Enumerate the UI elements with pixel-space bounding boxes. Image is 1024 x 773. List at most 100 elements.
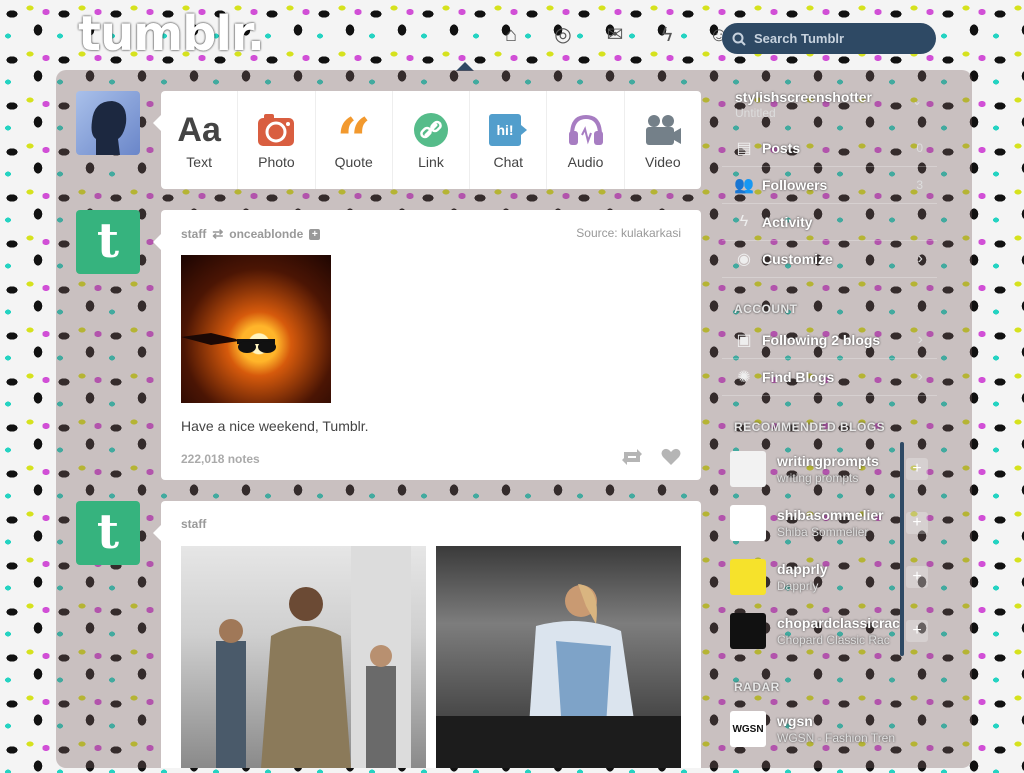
sidebar-item-label: Customize xyxy=(762,251,833,267)
camera-icon xyxy=(258,114,295,146)
follow-plus-icon[interactable]: + xyxy=(906,458,928,480)
post-photo-sunset[interactable] xyxy=(181,255,331,403)
sidebar-item-count: 0 xyxy=(916,141,923,155)
sunglasses-silhouette xyxy=(181,333,276,353)
post-type-photo[interactable]: Photo xyxy=(238,91,316,189)
post-photo-runway-left[interactable] xyxy=(181,546,426,768)
post-type-quote[interactable]: “ Quote xyxy=(316,91,393,189)
recommended-blog[interactable]: dapprly Dapprly + xyxy=(722,554,937,598)
sidebar-item-posts[interactable]: ▤ Posts 0 xyxy=(722,130,937,167)
sidebar-item-activity[interactable]: ϟ Activity xyxy=(722,204,937,241)
blog-subtitle: WGSN - Fashion Tren xyxy=(777,731,896,745)
post-type-label: Quote xyxy=(334,154,373,170)
chevron-down-icon[interactable]: ⌄ xyxy=(912,94,922,108)
postbox-pointer xyxy=(153,115,161,131)
recommended-heading: RECOMMENDED BLOGS xyxy=(734,420,886,434)
follow-plus-icon[interactable]: + xyxy=(309,228,321,240)
blog-avatar[interactable] xyxy=(730,559,766,595)
follow-plus-icon[interactable]: + xyxy=(906,620,928,642)
post-notes[interactable]: 222,018 notes xyxy=(181,452,260,466)
reblog-icon[interactable] xyxy=(621,448,643,466)
blog-avatar[interactable] xyxy=(730,505,766,541)
headphones-icon xyxy=(568,114,603,145)
account-heading: ACCOUNT xyxy=(734,302,798,316)
staff-avatar[interactable]: t xyxy=(76,210,140,274)
followers-icon: 👥 xyxy=(734,177,754,194)
activity-icon: ϟ xyxy=(739,213,749,230)
user-avatar[interactable] xyxy=(76,91,140,155)
sidebar-item-find-blogs[interactable]: ✺ Find Blogs › xyxy=(722,359,937,396)
sidebar-item-customize[interactable]: ◉ Customize › xyxy=(722,241,937,278)
post-author[interactable]: staff xyxy=(181,227,206,241)
sidebar-item-following[interactable]: ▣ Following 2 blogs › xyxy=(722,322,937,359)
find-blogs-icon: ✺ xyxy=(737,369,751,386)
runway-model-figure xyxy=(436,584,681,768)
link-icon xyxy=(413,113,448,147)
search-input[interactable] xyxy=(752,30,926,47)
blog-name[interactable]: stylishscreenshotter xyxy=(735,89,872,105)
post-type-audio[interactable]: Audio xyxy=(547,91,625,189)
recommended-scrollbar[interactable] xyxy=(900,442,904,656)
text-icon: Aa xyxy=(177,110,221,149)
tumblr-logo[interactable]: tumblr. xyxy=(78,6,265,62)
post-type-label: Link xyxy=(418,154,444,170)
chevron-right-icon: › xyxy=(917,331,923,348)
chevron-right-icon: › xyxy=(917,250,923,267)
radar-blog[interactable]: WGSN wgsn WGSN - Fashion Tren xyxy=(722,706,937,750)
blog-name[interactable]: dapprly xyxy=(777,561,828,577)
blog-subtitle: Dapprly xyxy=(777,579,819,593)
document-icon: ▤ xyxy=(736,140,752,157)
tumblr-t-icon: t xyxy=(96,213,120,269)
post-type-label: Photo xyxy=(258,154,295,170)
post-author[interactable]: staff xyxy=(181,517,206,531)
compass-icon[interactable]: ◎ xyxy=(552,24,574,46)
sidebar-item-count: 3 xyxy=(916,178,923,192)
post-type-selector: Aa Text Photo “ Quote Link hi! Chat Audi… xyxy=(161,91,701,189)
search-bar[interactable] xyxy=(722,23,936,54)
post-card: staff xyxy=(161,501,701,768)
sidebar-item-label: Posts xyxy=(762,140,801,156)
post-actions xyxy=(621,448,681,466)
post-type-label: Video xyxy=(645,154,681,170)
post-type-label: Text xyxy=(186,154,212,170)
blog-name[interactable]: chopardclassicrac xyxy=(777,615,900,631)
blog-name[interactable]: wgsn xyxy=(777,713,813,729)
mail-icon[interactable]: ✉ xyxy=(604,24,626,46)
sidebar-item-label: Find Blogs xyxy=(762,369,835,385)
home-icon[interactable]: ⌂ xyxy=(500,24,522,46)
blog-avatar[interactable] xyxy=(730,613,766,649)
follow-plus-icon[interactable]: + xyxy=(906,512,928,534)
follow-plus-icon[interactable]: + xyxy=(906,566,928,588)
silhouette-icon xyxy=(91,101,127,155)
recommended-blog[interactable]: chopardclassicrac Chopard Classic Rac + xyxy=(722,608,937,652)
blog-subtitle: Shiba Sommelier xyxy=(777,525,869,539)
chevron-right-icon: › xyxy=(917,368,923,385)
post-type-video[interactable]: Video xyxy=(625,91,701,189)
sidebar-item-followers[interactable]: 👥 Followers 3 xyxy=(722,167,937,204)
recommended-blog[interactable]: shibasommelier Shiba Sommelier + xyxy=(722,500,937,544)
post-photo-runway-right[interactable] xyxy=(436,546,681,768)
post-source[interactable]: Source: kulakarkasi xyxy=(576,226,681,240)
post-type-label: Chat xyxy=(493,154,524,170)
post-type-label: Audio xyxy=(567,154,604,170)
blog-name[interactable]: shibasommelier xyxy=(777,507,884,523)
post-type-text[interactable]: Aa Text xyxy=(161,91,239,189)
heart-icon[interactable] xyxy=(661,448,681,466)
blog-avatar[interactable]: WGSN xyxy=(730,711,766,747)
post-type-chat[interactable]: hi! Chat xyxy=(470,91,548,189)
post-header: staff ⇄ onceablonde + xyxy=(181,226,321,242)
tumblr-t-icon: t xyxy=(96,504,120,560)
blog-name[interactable]: writingprompts xyxy=(777,453,879,469)
recommended-blog[interactable]: writingprompts writing prompts + xyxy=(722,446,937,490)
radar-heading: RADAR xyxy=(734,680,780,694)
staff-avatar[interactable]: t xyxy=(76,501,140,565)
runway-model-figure xyxy=(216,546,411,768)
svg-text:hi!: hi! xyxy=(497,122,514,138)
post-card: staff ⇄ onceablonde + Source: kulakarkas… xyxy=(161,210,701,480)
search-icon xyxy=(732,32,746,46)
bolt-icon[interactable]: ϟ xyxy=(656,24,678,46)
blog-avatar[interactable] xyxy=(730,451,766,487)
post-type-link[interactable]: Link xyxy=(393,91,471,189)
reblogged-from[interactable]: onceablonde xyxy=(229,227,303,241)
post-header: staff xyxy=(181,517,206,531)
